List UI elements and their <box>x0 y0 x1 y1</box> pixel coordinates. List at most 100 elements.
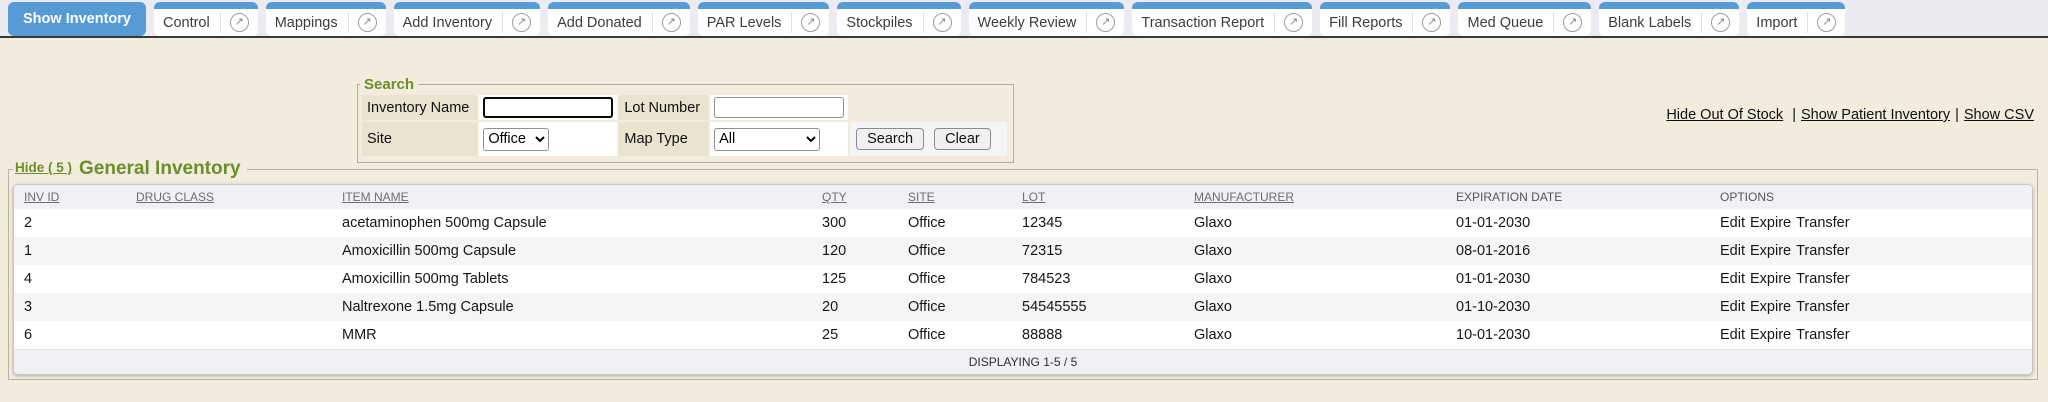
transfer-action-link[interactable]: Transfer <box>1796 327 1849 343</box>
cell-options: Edit Expire Transfer <box>1710 209 2032 237</box>
cell-inv-id: 4 <box>14 265 126 293</box>
open-new-window-icon[interactable]: ↗ <box>1284 13 1303 32</box>
open-new-window-icon[interactable]: ↗ <box>1563 13 1582 32</box>
cell-site: Office <box>898 265 1012 293</box>
open-new-window-icon[interactable]: ↗ <box>1711 13 1730 32</box>
open-new-window-icon[interactable]: ↗ <box>662 13 681 32</box>
tab-control[interactable]: Control↗ <box>154 2 258 36</box>
tab-label: Blank Labels <box>1608 15 1691 31</box>
open-new-window-icon[interactable]: ↗ <box>1096 13 1115 32</box>
tab-label: Add Donated <box>557 15 642 31</box>
tab-transaction-report[interactable]: Transaction Report↗ <box>1132 2 1312 36</box>
table-row: 1Amoxicillin 500mg Capsule120Office72315… <box>14 237 2032 265</box>
tab-label: Show Inventory <box>23 11 131 27</box>
cell-drug-class <box>126 293 332 321</box>
inventory-table-header: INV IDDRUG CLASSITEM NAMEQTYSITELOTMANUF… <box>14 185 2032 209</box>
tab-mappings[interactable]: Mappings↗ <box>266 2 386 36</box>
show-patient-inventory-link[interactable]: Show Patient Inventory <box>1801 107 1950 123</box>
cell-item-name: acetaminophen 500mg Capsule <box>332 209 812 237</box>
show-csv-link[interactable]: Show CSV <box>1964 107 2034 123</box>
link-separator: | <box>1955 107 1959 123</box>
open-new-window-icon[interactable]: ↗ <box>1817 13 1836 32</box>
tab-stockpiles[interactable]: Stockpiles↗ <box>837 2 960 36</box>
search-panel: Search Inventory Name Lot Number Site Of… <box>357 76 1014 163</box>
cell-site: Office <box>898 293 1012 321</box>
link-separator: | <box>1792 107 1796 123</box>
cell-inv-id: 1 <box>14 237 126 265</box>
column-header-site[interactable]: SITE <box>898 185 1012 209</box>
tab-weekly-review[interactable]: Weekly Review↗ <box>969 2 1125 36</box>
column-header-manufacturer[interactable]: MANUFACTURER <box>1184 185 1446 209</box>
tab-separator <box>1807 12 1808 33</box>
cell-expiration-date: 10-01-2030 <box>1446 321 1710 350</box>
tab-top-accent <box>1132 2 1312 9</box>
expire-action-link[interactable]: Expire <box>1750 327 1791 343</box>
column-header-inv-id[interactable]: INV ID <box>14 185 126 209</box>
expire-action-link[interactable]: Expire <box>1750 215 1791 231</box>
inventory-table-body: 2acetaminophen 500mg Capsule300Office123… <box>14 209 2032 350</box>
open-new-window-icon[interactable]: ↗ <box>1422 13 1441 32</box>
open-new-window-icon[interactable]: ↗ <box>512 13 531 32</box>
tab-separator <box>652 12 653 33</box>
tab-blank-labels[interactable]: Blank Labels ↗ <box>1599 2 1739 36</box>
cell-drug-class <box>126 321 332 350</box>
tab-label: PAR Levels <box>707 15 782 31</box>
cell-qty: 120 <box>812 237 898 265</box>
tab-separator <box>348 12 349 33</box>
tab-show-inventory[interactable]: Show Inventory <box>8 2 146 36</box>
cell-manufacturer: Glaxo <box>1184 209 1446 237</box>
edit-action-link[interactable]: Edit <box>1720 271 1745 287</box>
table-row: 6MMR25Office88888Glaxo10-01-2030EditExpi… <box>14 321 2032 350</box>
tab-fill-reports[interactable]: Fill Reports↗ <box>1320 2 1450 36</box>
cell-options: Edit Expire Transfer <box>1710 237 2032 265</box>
cell-drug-class <box>126 265 332 293</box>
expire-action-link[interactable]: Expire <box>1750 271 1791 287</box>
tab-add-donated[interactable]: Add Donated ↗ <box>548 2 690 36</box>
nav-tabs: Show Inventory Control↗Mappings↗Add Inven… <box>8 2 1845 36</box>
search-button[interactable]: Search <box>856 128 924 150</box>
clear-button[interactable]: Clear <box>934 128 991 150</box>
quick-links: Hide Out Of Stock | Show Patient Inventory… <box>1666 107 2034 123</box>
map-type-label: Map Type <box>619 122 708 156</box>
transfer-action-link[interactable]: Transfer <box>1796 271 1849 287</box>
tab-add-inventory[interactable]: Add Inventory↗ <box>394 2 540 36</box>
cell-item-name: Amoxicillin 500mg Capsule <box>332 237 812 265</box>
tab-label: Import <box>1756 15 1797 31</box>
transfer-action-link[interactable]: Transfer <box>1796 215 1849 231</box>
tab-med-queue[interactable]: Med Queue↗ <box>1458 2 1591 36</box>
hide-count-link[interactable]: Hide ( 5 ) <box>15 160 72 175</box>
map-type-select[interactable]: All <box>714 128 820 151</box>
column-header-qty[interactable]: QTY <box>812 185 898 209</box>
transfer-action-link[interactable]: Transfer <box>1796 243 1849 259</box>
tab-par-levels[interactable]: PAR Levels ↗ <box>698 2 830 36</box>
transfer-action-link[interactable]: Transfer <box>1796 299 1849 315</box>
inventory-name-input[interactable] <box>483 97 613 118</box>
cell-drug-class <box>126 209 332 237</box>
site-select[interactable]: Office <box>483 128 549 151</box>
lot-number-input[interactable] <box>714 97 844 118</box>
tab-top-accent <box>394 2 540 9</box>
edit-action-link[interactable]: Edit <box>1720 243 1745 259</box>
hide-out-of-stock-link[interactable]: Hide Out Of Stock <box>1666 107 1783 123</box>
edit-action-link[interactable]: Edit <box>1720 299 1745 315</box>
open-new-window-icon[interactable]: ↗ <box>230 13 249 32</box>
expire-action-link[interactable]: Expire <box>1750 299 1791 315</box>
inventory-table: INV IDDRUG CLASSITEM NAMEQTYSITELOTMANUF… <box>14 185 2032 374</box>
edit-action-link[interactable]: Edit <box>1720 327 1745 343</box>
tab-import[interactable]: Import ↗ <box>1747 2 1845 36</box>
column-header-lot[interactable]: LOT <box>1012 185 1184 209</box>
inventory-table-footer: DISPLAYING 1-5 / 5 <box>14 350 2032 375</box>
column-header-drug-class[interactable]: DRUG CLASS <box>126 185 332 209</box>
cell-options: Edit Expire Transfer <box>1710 293 2032 321</box>
open-new-window-icon[interactable]: ↗ <box>358 13 377 32</box>
open-new-window-icon[interactable]: ↗ <box>801 13 820 32</box>
cell-inv-id: 6 <box>14 321 126 350</box>
column-header-item-name[interactable]: ITEM NAME <box>332 185 812 209</box>
cell-expiration-date: 01-01-2030 <box>1446 209 1710 237</box>
tab-separator <box>1274 12 1275 33</box>
open-new-window-icon[interactable]: ↗ <box>933 13 952 32</box>
header-row: INV IDDRUG CLASSITEM NAMEQTYSITELOTMANUF… <box>14 185 2032 209</box>
expire-action-link[interactable]: Expire <box>1750 243 1791 259</box>
edit-action-link[interactable]: Edit <box>1720 215 1745 231</box>
inventory-name-label: Inventory Name <box>362 95 477 120</box>
